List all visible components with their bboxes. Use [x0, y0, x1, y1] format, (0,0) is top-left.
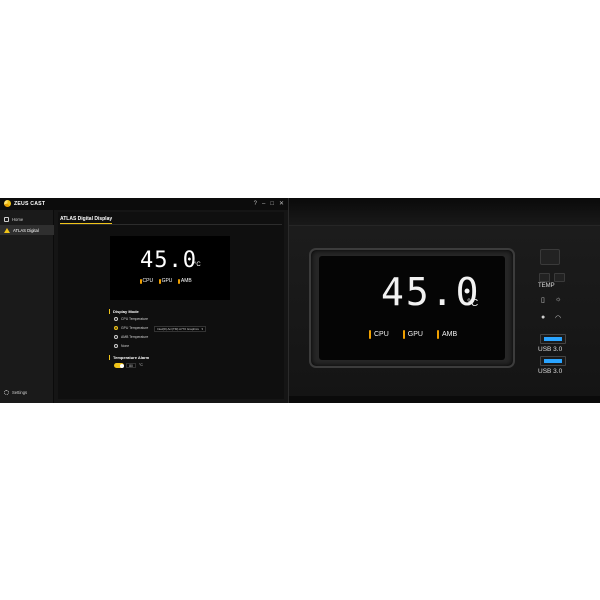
panel-temp-label: TEMP: [538, 283, 555, 289]
microphone-icon: ●: [541, 314, 546, 321]
atlas-icon: [4, 227, 10, 233]
brand: ZEUS CAST: [4, 200, 45, 207]
radio-label: GPU Temperature: [121, 326, 149, 330]
sidebar-item-label: ATLAS Digital: [13, 227, 39, 233]
gear-icon: [4, 389, 9, 395]
home-icon: [4, 216, 9, 222]
thermometer-icon: [369, 330, 371, 339]
temp-button: [539, 273, 550, 282]
usb-port-1: [540, 334, 566, 344]
preview-labels: CPU GPU AMB: [140, 278, 192, 284]
drive-icon: ▯: [541, 297, 545, 304]
preview-label-cpu: CPU: [140, 278, 153, 284]
usb-label-1: USB 3.0: [538, 346, 563, 353]
alarm-value-input[interactable]: 80: [126, 363, 136, 368]
usb-port-inner: [544, 337, 562, 341]
app-window: ZEUS CAST ? – □ ✕ Home ATLAS Digital Set…: [0, 198, 288, 403]
radio-amb-temperature[interactable]: AMB Temperature: [114, 335, 148, 339]
front-io-panel: TEMP ▯ ☼ ● ◠ USB 3.0 USB 3.0: [535, 246, 571, 386]
sidebar-item-home[interactable]: Home: [0, 214, 54, 224]
sidebar-item-settings[interactable]: Settings: [0, 387, 54, 397]
title-divider: [60, 224, 282, 225]
chevron-down-icon: ▾: [201, 327, 203, 331]
photo-label-amb: AMB: [436, 330, 458, 339]
sidebar: Home ATLAS Digital Settings: [0, 210, 54, 403]
label-text: CPU: [374, 331, 389, 338]
radio-cpu-temperature[interactable]: CPU Temperature: [114, 317, 148, 321]
maximize-button[interactable]: □: [270, 199, 274, 209]
close-button[interactable]: ✕: [279, 199, 284, 209]
label-text: GPU: [407, 331, 423, 338]
display-bezel: 45.0 °C CPU GPU AMB: [309, 248, 515, 368]
sidebar-item-atlas-digital[interactable]: ATLAS Digital: [0, 225, 54, 235]
help-button[interactable]: ?: [254, 199, 257, 209]
label-text: AMB: [441, 331, 458, 338]
zeus-logo-icon: [4, 200, 11, 207]
light-button: [554, 273, 565, 282]
preview-label-gpu: GPU: [159, 278, 172, 284]
photo-label-cpu: CPU: [369, 330, 389, 339]
alarm-unit: °C: [139, 363, 143, 367]
window-controls: ? – □ ✕: [254, 199, 284, 209]
display-mode-label: Display Mode: [109, 309, 139, 314]
minimize-button[interactable]: –: [262, 199, 265, 209]
usb-port-inner: [544, 359, 562, 363]
preview-unit: °C: [194, 262, 201, 268]
gpu-select[interactable]: Intel(R) Arc(TM) A770 Graphics ▾: [154, 326, 206, 332]
radio-label: AMB Temperature: [121, 335, 149, 339]
product-photo: 45.0 °C CPU GPU AMB TEMP ▯ ☼ ● ◠ USB 3.0…: [289, 198, 600, 403]
case-bottom-strip: [289, 396, 600, 403]
thermometer-icon: [159, 278, 161, 284]
photo-label-gpu: GPU: [402, 330, 423, 339]
brand-name: ZEUS CAST: [14, 200, 46, 207]
radio-label: CPU Temperature: [121, 317, 149, 321]
label-text: GPU: [161, 278, 173, 284]
alarm-toggle[interactable]: [114, 363, 124, 368]
thermometer-icon: [402, 330, 405, 339]
preview-label-amb: AMB: [178, 278, 192, 284]
case-top-band: [289, 198, 600, 226]
label-text: CPU: [142, 278, 154, 284]
radio-icon: [114, 335, 118, 339]
photo-temperature: 45.0: [381, 270, 481, 314]
preview-temperature: 45.0: [140, 248, 197, 273]
sun-icon: ☼: [555, 296, 562, 303]
title-bar: ZEUS CAST ? – □ ✕: [0, 198, 288, 210]
lcd-screen: 45.0 °C CPU GPU AMB: [319, 256, 505, 360]
headphone-icon: ◠: [555, 315, 562, 322]
thermometer-icon: [178, 278, 180, 284]
temperature-alarm-label: Temperature Alarm: [109, 355, 149, 360]
label-text: AMB: [180, 278, 192, 284]
radio-icon: [114, 317, 118, 321]
thermometer-icon: [436, 330, 439, 339]
radio-label: None: [121, 344, 130, 348]
gpu-select-value: Intel(R) Arc(TM) A770 Graphics: [157, 327, 199, 331]
usb-port-2: [540, 356, 566, 366]
power-button: [540, 249, 560, 265]
usb-label-2: USB 3.0: [538, 368, 563, 375]
display-preview: 45.0 °C CPU GPU AMB: [110, 236, 230, 300]
radio-icon: [114, 344, 118, 348]
radio-none[interactable]: None: [114, 344, 129, 348]
sidebar-item-label: Home: [12, 216, 24, 222]
sidebar-item-label: Settings: [12, 389, 28, 395]
main-content: ATLAS Digital Display 45.0 °C CPU GPU AM…: [58, 212, 284, 399]
radio-selected-icon: [114, 326, 118, 330]
page-title: ATLAS Digital Display: [60, 216, 113, 224]
radio-gpu-temperature[interactable]: GPU Temperature: [114, 326, 148, 330]
thermometer-icon: [140, 278, 142, 284]
photo-unit: °C: [467, 298, 479, 309]
photo-labels: CPU GPU AMB: [369, 330, 457, 339]
